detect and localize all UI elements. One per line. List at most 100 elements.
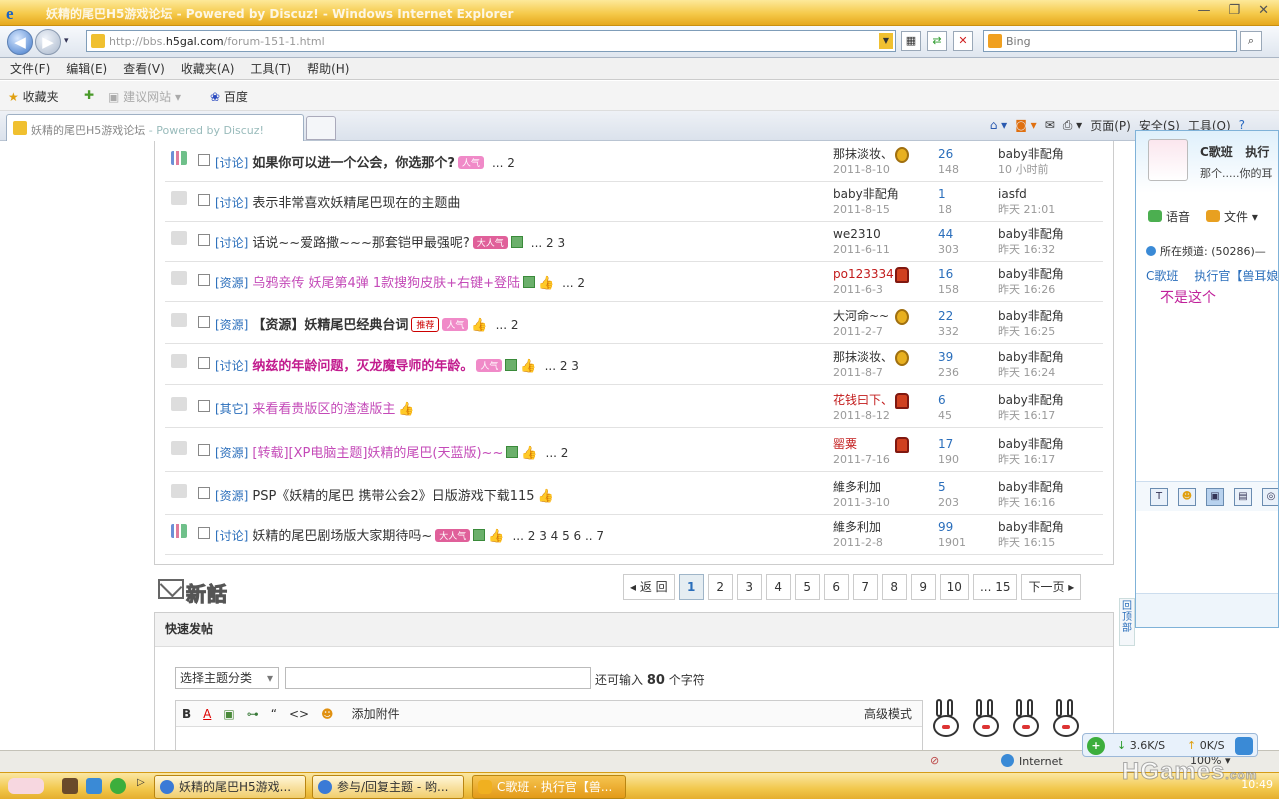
thread-category-link[interactable]: [讨论] <box>215 196 248 210</box>
home-icon[interactable]: ⌂ ▾ <box>990 118 1007 132</box>
thread-category-link[interactable]: [讨论] <box>215 529 248 543</box>
voice-button[interactable]: 语音 <box>1148 208 1190 225</box>
link-icon[interactable]: ⊶ <box>247 707 259 721</box>
page-link[interactable]: 9 <box>910 574 936 600</box>
last-post-user[interactable]: baby非配角 <box>998 520 1064 534</box>
thread-title-link[interactable]: 表示非常喜欢妖精尾巴现在的主题曲 <box>252 196 460 211</box>
popup-blocker-icon[interactable]: ⊘ <box>930 754 939 767</box>
thread-checkbox[interactable] <box>198 194 210 206</box>
page-link[interactable]: 3 <box>736 574 762 600</box>
back-button[interactable]: ◀ <box>7 29 33 55</box>
start-button[interactable] <box>8 778 44 794</box>
author-link[interactable]: baby非配角 <box>833 187 899 201</box>
last-post-user[interactable]: baby非配角 <box>998 309 1064 323</box>
last-post-time[interactable]: 昨天 16:17 <box>998 409 1064 423</box>
author-link[interactable]: 維多利加 <box>833 480 881 494</box>
minimize-icon[interactable]: — <box>1197 3 1210 18</box>
reply-count[interactable]: 16 <box>938 267 959 281</box>
next-page-button[interactable]: 下一页 ▸ <box>1021 574 1082 600</box>
bunny-emoji-icon[interactable] <box>973 699 999 749</box>
thread-checkbox[interactable] <box>198 527 210 539</box>
post-editor[interactable]: B A ▣ ⊶ “ <> ☻ 添加附件 高级模式 <box>175 700 923 750</box>
print-icon[interactable]: ⎙ ▾ <box>1063 118 1082 133</box>
reply-count[interactable]: 5 <box>938 480 959 494</box>
last-post-user[interactable]: baby非配角 <box>998 227 1064 241</box>
file-button[interactable]: 文件 ▾ <box>1206 208 1258 225</box>
favorites-button[interactable]: ★ 收藏夹 <box>8 88 59 105</box>
topic-category-select[interactable]: 选择主题分类 <box>175 667 279 689</box>
last-post-time[interactable]: 昨天 16:16 <box>998 496 1064 510</box>
code-icon[interactable]: <> <box>289 707 309 721</box>
author-link[interactable]: 那抹淡妆、 <box>833 350 893 364</box>
topic-title-input[interactable] <box>285 667 591 689</box>
author-link[interactable]: 大河命~~ <box>833 309 889 323</box>
page-link[interactable]: 6 <box>823 574 849 600</box>
reply-count[interactable]: 39 <box>938 350 959 364</box>
last-post-time[interactable]: 昨天 16:32 <box>998 243 1064 257</box>
last-post-user[interactable]: baby非配角 <box>998 393 1064 407</box>
author-link[interactable]: we2310 <box>833 227 881 241</box>
page-link[interactable]: 2 <box>707 574 733 600</box>
thread-category-link[interactable]: [资源] <box>215 446 248 460</box>
thread-checkbox[interactable] <box>198 316 210 328</box>
more-icon[interactable]: ◎ <box>1262 487 1278 506</box>
plus-quicklaunch-icon[interactable] <box>110 778 126 794</box>
member-link[interactable]: C歌班 <box>1146 269 1178 283</box>
bunny-emoji-icon[interactable] <box>1013 699 1039 749</box>
advanced-mode-link[interactable]: 高级模式 <box>864 705 912 722</box>
last-post-user[interactable]: baby非配角 <box>998 350 1064 364</box>
suggested-sites[interactable]: ▣ 建议网站 ▾ <box>108 88 181 105</box>
author-link[interactable]: 那抹淡妆、 <box>833 147 893 161</box>
thread-category-link[interactable]: [讨论] <box>215 156 248 170</box>
new-topic-button[interactable]: 新話題 <box>158 575 248 636</box>
bunny-emoji-icon[interactable] <box>1053 699 1079 749</box>
thread-title-link[interactable]: 乌鸦亲传 妖尾第4弹 1款搜狗皮肤+右键+登陆 <box>252 276 520 291</box>
author-link[interactable]: 花钱曰下、 <box>833 393 893 407</box>
thread-title-link[interactable]: 纳兹的年龄问题，灭龙魔导师的年龄。 <box>252 359 473 374</box>
last-post-user[interactable]: iasfd <box>998 187 1055 201</box>
thread-title-link[interactable]: PSP《妖精的尾巴 携带公会2》日版游戏下载115 <box>252 489 534 504</box>
quicklaunch-more-icon[interactable]: ▷ <box>137 777 145 788</box>
last-post-time[interactable]: 昨天 16:25 <box>998 325 1064 339</box>
page-menu[interactable]: 页面(P) <box>1090 117 1131 134</box>
thread-category-link[interactable]: [资源] <box>215 318 248 332</box>
reply-count[interactable]: 6 <box>938 393 952 407</box>
rss-icon[interactable]: ◙ ▾ <box>1015 118 1036 132</box>
close-icon[interactable]: ✕ <box>1258 3 1269 18</box>
last-post-time[interactable]: 昨天 16:26 <box>998 283 1064 297</box>
last-post-time[interactable]: 昨天 21:01 <box>998 203 1055 217</box>
thread-category-link[interactable]: [资源] <box>215 276 248 290</box>
thread-checkbox[interactable] <box>198 357 210 369</box>
page-link[interactable]: 8 <box>881 574 907 600</box>
font-color-icon[interactable]: A <box>203 707 211 721</box>
quote-icon[interactable]: “ <box>271 707 277 721</box>
reply-count[interactable]: 17 <box>938 437 959 451</box>
address-dropdown-icon[interactable]: ▼ <box>879 33 893 49</box>
author-link[interactable]: 維多利加 <box>833 520 881 534</box>
taskbar-item-forum[interactable]: 妖精的尾巴H5游戏... <box>154 775 306 799</box>
thread-title-link[interactable]: 如果你可以进一个公会，你选那个? <box>252 156 455 171</box>
page-link[interactable]: 1 <box>678 574 704 600</box>
last-post-time[interactable]: 昨天 16:17 <box>998 453 1064 467</box>
menu-file[interactable]: 文件(F) <box>10 58 50 79</box>
restore-icon[interactable]: ❐ <box>1228 3 1240 18</box>
thread-title-link[interactable]: 来看看贵版区的渣渣版主 <box>252 402 395 417</box>
refresh-icon[interactable]: ⇄ <box>927 31 947 51</box>
thread-title-link[interactable]: 妖精的尾巴剧场版大家期待吗~ <box>252 529 432 544</box>
new-tab-button[interactable] <box>306 116 336 140</box>
menu-help[interactable]: 帮助(H) <box>307 58 349 79</box>
author-link[interactable]: 罂粟 <box>833 437 857 451</box>
thread-checkbox[interactable] <box>198 274 210 286</box>
last-post-user[interactable]: baby非配角 <box>998 267 1064 281</box>
last-post-user[interactable]: baby非配角 <box>998 480 1064 494</box>
page-link[interactable]: ... 15 <box>972 574 1018 600</box>
last-post-time[interactable]: 10 小时前 <box>998 163 1064 177</box>
screenshot-icon[interactable]: ▣ <box>1206 487 1224 506</box>
bunny-emoji-icon[interactable] <box>933 699 959 749</box>
menu-favorites[interactable]: 收藏夹(A) <box>181 58 235 79</box>
last-post-user[interactable]: baby非配角 <box>998 147 1064 161</box>
thread-title-link[interactable]: [转载][XP电脑主题]妖精的尾巴(天蓝版)~~ <box>252 446 503 461</box>
compat-view-icon[interactable]: ▦ <box>901 31 921 51</box>
menu-edit[interactable]: 编辑(E) <box>66 58 107 79</box>
mail-icon[interactable]: ✉ <box>1045 118 1055 132</box>
